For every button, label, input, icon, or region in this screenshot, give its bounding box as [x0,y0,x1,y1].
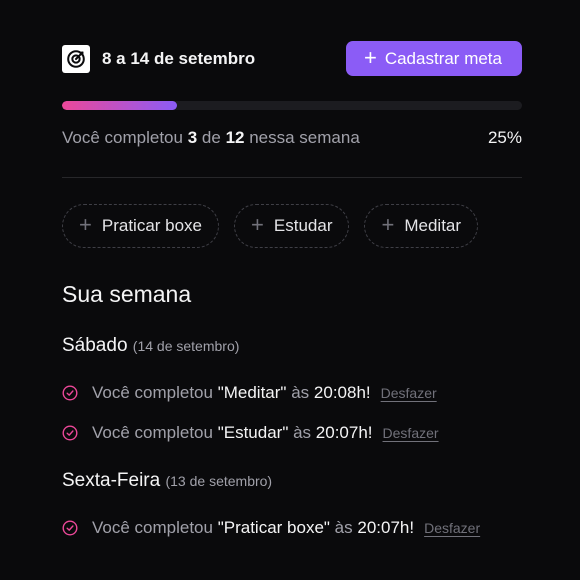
pending-goal-label: Praticar boxe [101,216,203,235]
header: 8 a 14 de setembro + Cadastrar meta [62,41,522,76]
progress-summary: Você completou 3 de 12 nessa semana 25% [62,128,522,148]
header-left: 8 a 14 de setembro [62,44,256,73]
pending-goals: + Praticar boxe + Estudar + Meditar [62,204,479,248]
create-goal-button[interactable]: + Cadastrar meta [345,41,522,76]
pending-goal-estudar[interactable]: + Estudar [234,204,350,248]
pending-goal-praticar-boxe[interactable]: + Praticar boxe [62,204,220,248]
entry-goal: "Meditar" [217,383,287,402]
completed-count: 3 [187,128,198,147]
plus-icon: + [251,212,264,237]
entry-time: 20:07h! [315,423,373,442]
undo-link[interactable]: Desfazer [381,385,437,401]
progress-bar-fill [62,101,177,110]
check-circle-icon [62,425,78,441]
target-arrow-icon [62,44,90,73]
progress-text: Você completou 3 de 12 nessa semana [62,128,360,147]
day-date: (14 de setembro) [132,338,240,354]
day-title-saturday: Sábado (14 de setembro) [62,335,240,356]
entry-goal: "Praticar boxe" [217,518,330,537]
create-goal-button-label: Cadastrar meta [384,48,502,68]
entry-goal: "Estudar" [217,423,289,442]
check-circle-icon [62,520,78,536]
pending-goal-label: Meditar [404,216,462,235]
pending-goal-meditar[interactable]: + Meditar [364,204,479,248]
undo-link[interactable]: Desfazer [383,425,439,441]
completion-entry: Você completou "Estudar" às 20:07h! Desf… [62,423,439,443]
progress-percent: 25% [487,128,522,147]
progress-bar [62,101,522,110]
total-count: 12 [225,128,245,147]
day-title-friday: Sexta-Feira (13 de setembro) [62,470,273,491]
entry-time: 20:07h! [357,518,415,537]
completion-entry: Você completou "Praticar boxe" às 20:07h… [62,518,480,538]
plus-icon: + [363,44,377,70]
day-date: (13 de setembro) [165,473,273,489]
completion-entry: Você completou "Meditar" às 20:08h! Desf… [62,383,437,403]
divider [62,177,522,178]
undo-link[interactable]: Desfazer [424,520,480,536]
check-circle-icon [62,385,78,401]
week-title: Sua semana [62,281,192,307]
entry-time: 20:08h! [313,383,371,402]
pending-goal-label: Estudar [273,216,333,235]
plus-icon: + [381,212,395,237]
week-date-range: 8 a 14 de setembro [102,48,256,68]
plus-icon: + [79,212,92,237]
